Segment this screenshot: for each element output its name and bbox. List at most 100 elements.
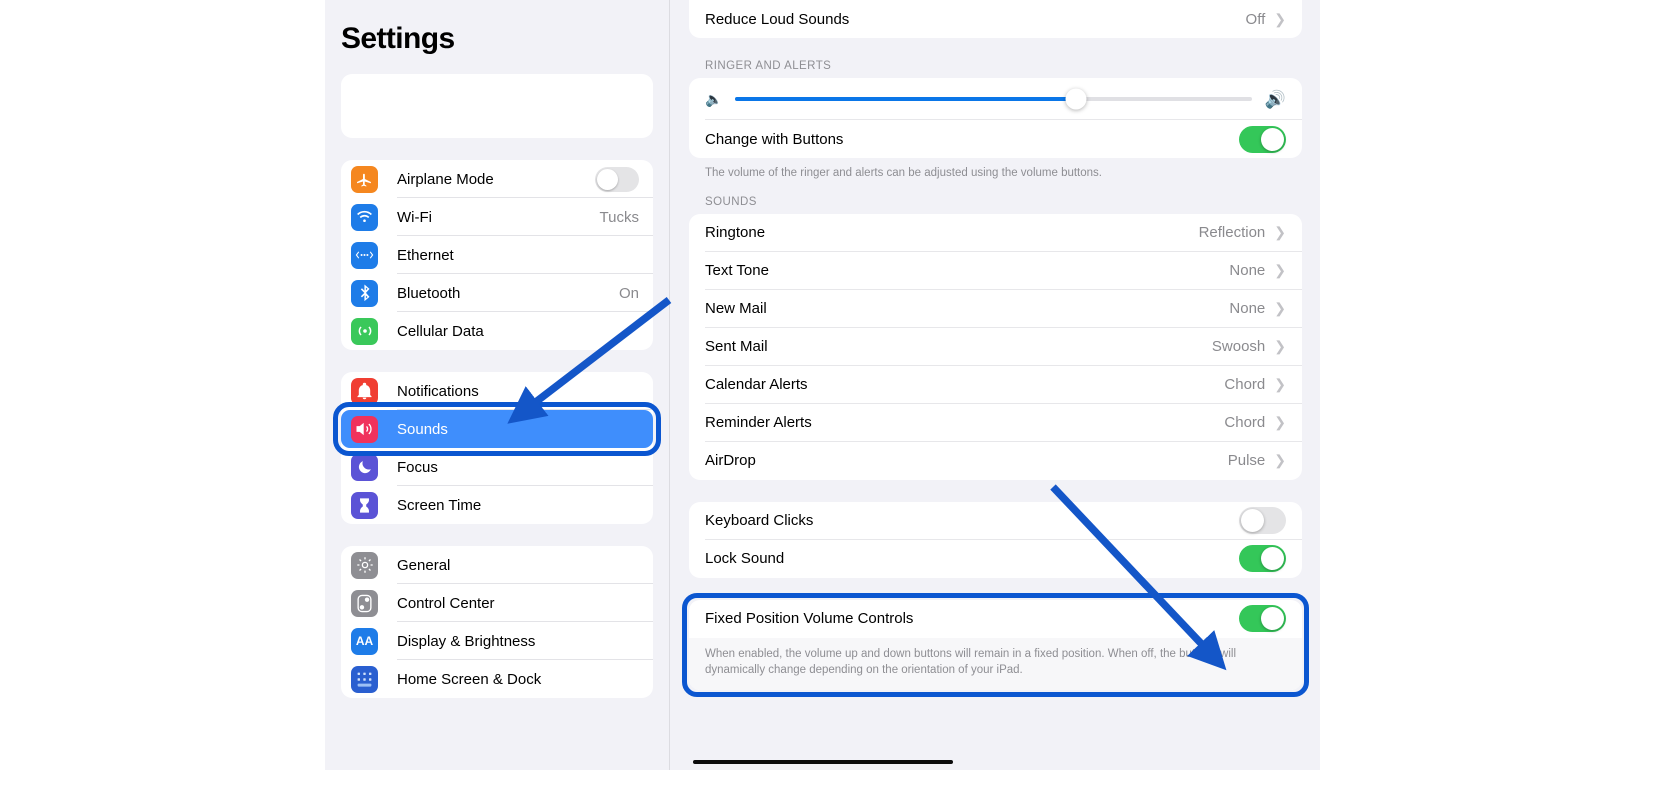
row-value-group: None ❯ bbox=[1229, 300, 1286, 317]
row-reminder-alerts[interactable]: Reminder Alerts Chord ❯ bbox=[689, 404, 1302, 442]
fixed-position-toggle[interactable] bbox=[1239, 605, 1286, 633]
sidebar-item-bluetooth[interactable]: Bluetooth On bbox=[341, 274, 653, 312]
sidebar-item-label: General bbox=[397, 556, 451, 574]
row-calendar-alerts[interactable]: Calendar Alerts Chord ❯ bbox=[689, 366, 1302, 404]
sidebar-item-label: Cellular Data bbox=[397, 322, 484, 340]
sidebar-item-value: On bbox=[618, 284, 639, 302]
row-value-group: Chord ❯ bbox=[1224, 414, 1286, 431]
sidebar-item-label: Screen Time bbox=[397, 496, 482, 514]
sidebar-item-notifications[interactable]: Notifications bbox=[341, 372, 653, 410]
ipad-settings-app: Settings Airplane Mode Wi-Fi Tucks Ethernet… bbox=[325, 0, 1320, 770]
chevron-right-icon: ❯ bbox=[1274, 223, 1286, 240]
row-label: Lock Sound bbox=[705, 550, 785, 568]
row-lock-sound[interactable]: Lock Sound bbox=[689, 540, 1302, 578]
keyboard-clicks-toggle[interactable] bbox=[1239, 507, 1286, 535]
row-value-group: None ❯ bbox=[1229, 262, 1286, 279]
row-value: None bbox=[1229, 300, 1266, 318]
chevron-right-icon: ❯ bbox=[1274, 413, 1286, 430]
row-value-group: Pulse ❯ bbox=[1228, 452, 1286, 469]
row-keyboard-clicks[interactable]: Keyboard Clicks bbox=[689, 502, 1302, 540]
sidebar-item-label: Home Screen & Dock bbox=[397, 670, 542, 688]
sidebar-item-label: Wi-Fi bbox=[397, 208, 432, 226]
sidebar-item-general[interactable]: General bbox=[341, 546, 653, 584]
settings-sidebar: Settings Airplane Mode Wi-Fi Tucks Ethernet… bbox=[325, 0, 670, 770]
sidebar-item-control-center[interactable]: Control Center bbox=[341, 584, 653, 622]
row-label: Ringtone bbox=[705, 224, 766, 242]
fixed-position-card: Fixed Position Volume Controls When enab… bbox=[689, 599, 1302, 691]
sidebar-item-label: Focus bbox=[397, 458, 438, 476]
bell-icon bbox=[351, 377, 378, 405]
sounds-highlight-box bbox=[333, 402, 661, 456]
volume-slider-row[interactable]: 🔈 🔊 bbox=[689, 78, 1302, 120]
row-airdrop[interactable]: AirDrop Pulse ❯ bbox=[689, 442, 1302, 480]
sounds-card: Ringtone Reflection ❯ Text Tone None ❯ New Mai… bbox=[689, 213, 1302, 480]
sidebar-item-cellular-data[interactable]: Cellular Data bbox=[341, 312, 653, 350]
row-label: Reduce Loud Sounds bbox=[705, 11, 850, 28]
row-value-group: Off ❯ bbox=[1246, 11, 1286, 28]
row-value: Chord bbox=[1224, 376, 1266, 394]
chevron-right-icon: ❯ bbox=[1274, 337, 1286, 354]
bluetooth-icon bbox=[351, 279, 378, 307]
row-label: Fixed Position Volume Controls bbox=[705, 610, 914, 628]
fixed-position-footnote: When enabled, the volume up and down but… bbox=[689, 637, 1302, 691]
hourglass-icon bbox=[351, 491, 378, 519]
row-fixed-position-volume-controls[interactable]: Fixed Position Volume Controls bbox=[689, 600, 1302, 638]
row-value: Off bbox=[1245, 11, 1266, 28]
control-center-icon bbox=[351, 589, 378, 617]
sidebar-item-label: Sounds bbox=[397, 420, 448, 438]
row-control bbox=[1239, 507, 1286, 535]
volume-slider-fill bbox=[735, 97, 1077, 101]
volume-slider-track[interactable] bbox=[735, 88, 1252, 110]
search-input[interactable] bbox=[341, 74, 653, 138]
row-sent-mail[interactable]: Sent Mail Swoosh ❯ bbox=[689, 328, 1302, 366]
sidebar-group-1: Notifications Sounds Focus Screen Time bbox=[333, 372, 661, 524]
chevron-right-icon: ❯ bbox=[1274, 261, 1286, 278]
row-control bbox=[1239, 545, 1286, 573]
row-value: Reflection bbox=[1198, 224, 1266, 242]
sidebar-item-sounds[interactable]: Sounds bbox=[333, 402, 661, 456]
cellular-icon bbox=[351, 317, 378, 345]
row-change-with-buttons[interactable]: Change with Buttons bbox=[689, 120, 1302, 158]
sidebar-item-label: Control Center bbox=[397, 594, 495, 612]
volume-slider-thumb[interactable] bbox=[1065, 88, 1087, 110]
sidebar-item-display-brightness[interactable]: AA Display & Brightness bbox=[341, 622, 653, 660]
reduce-loud-sounds-card: Reduce Loud Sounds Off ❯ bbox=[689, 0, 1302, 38]
chevron-right-icon: ❯ bbox=[1274, 299, 1286, 316]
row-label: Text Tone bbox=[705, 262, 769, 280]
row-reduce-loud-sounds[interactable]: Reduce Loud Sounds Off ❯ bbox=[689, 0, 1302, 38]
display-brightness-icon: AA bbox=[351, 627, 378, 655]
wifi-icon bbox=[351, 203, 378, 231]
sidebar-item-label: Ethernet bbox=[397, 246, 454, 264]
sidebar-item-wi-fi[interactable]: Wi-Fi Tucks bbox=[341, 198, 653, 236]
row-value: Chord bbox=[1224, 414, 1266, 432]
speaker-icon bbox=[351, 415, 378, 443]
sidebar-item-airplane-mode[interactable]: Airplane Mode bbox=[341, 160, 653, 198]
row-text-tone[interactable]: Text Tone None ❯ bbox=[689, 252, 1302, 290]
screenshot-root: Settings Airplane Mode Wi-Fi Tucks Ethernet… bbox=[0, 0, 1668, 800]
sidebar-item-ethernet[interactable]: Ethernet bbox=[341, 236, 653, 274]
sidebar-item-label: Bluetooth bbox=[397, 284, 461, 302]
section-header-ringer-and-alerts: RINGER AND ALERTS bbox=[705, 60, 832, 72]
row-new-mail[interactable]: New Mail None ❯ bbox=[689, 290, 1302, 328]
ringer-and-alerts-card: 🔈 🔊 Change with Buttons bbox=[689, 78, 1302, 158]
sidebar-item-home-screen-dock[interactable]: Home Screen & Dock bbox=[341, 660, 653, 698]
row-value-group: Swoosh ❯ bbox=[1212, 338, 1286, 355]
row-control bbox=[1239, 605, 1286, 633]
row-label: Keyboard Clicks bbox=[705, 512, 814, 530]
airplane-mode-toggle[interactable] bbox=[595, 166, 639, 192]
moon-icon bbox=[351, 453, 378, 481]
sidebar-group-0: Airplane Mode Wi-Fi Tucks Ethernet Bluetooth… bbox=[341, 160, 653, 350]
fixed-position-highlight-wrap: Fixed Position Volume Controls When enab… bbox=[682, 592, 1309, 698]
sidebar-item-focus[interactable]: Focus bbox=[341, 448, 653, 486]
change-with-buttons-toggle[interactable] bbox=[1239, 125, 1286, 153]
sidebar-item-screen-time[interactable]: Screen Time bbox=[341, 486, 653, 524]
home-indicator bbox=[692, 760, 953, 764]
row-value: Pulse bbox=[1227, 452, 1266, 470]
row-value-group: Reflection ❯ bbox=[1199, 224, 1286, 241]
row-value: Swoosh bbox=[1211, 338, 1266, 356]
row-value: None bbox=[1229, 262, 1266, 280]
lock-sound-toggle[interactable] bbox=[1239, 545, 1286, 573]
page-title: Settings bbox=[341, 22, 455, 55]
row-label: Sent Mail bbox=[705, 338, 768, 356]
row-ringtone[interactable]: Ringtone Reflection ❯ bbox=[689, 214, 1302, 252]
